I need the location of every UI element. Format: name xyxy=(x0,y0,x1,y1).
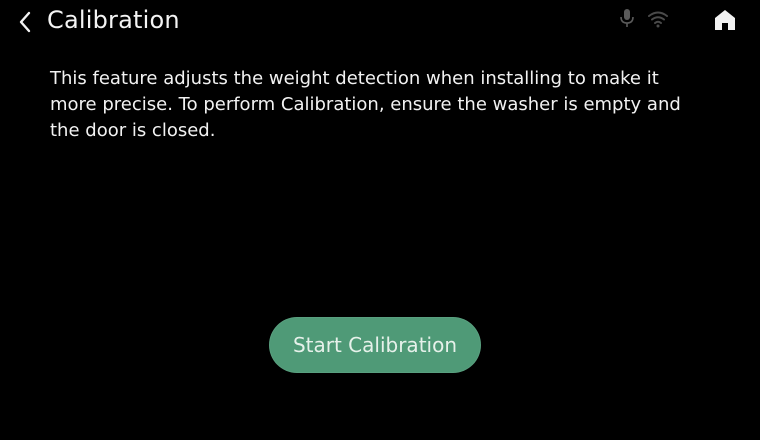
chevron-left-icon xyxy=(19,11,31,33)
back-button[interactable] xyxy=(12,6,42,36)
start-calibration-button[interactable]: Start Calibration xyxy=(269,317,481,373)
calibration-screen: Calibration This feature adjusts the wei… xyxy=(0,0,760,440)
wifi-icon xyxy=(648,11,668,28)
page-title: Calibration xyxy=(47,6,180,34)
header-bar: Calibration xyxy=(0,0,760,44)
description-text: This feature adjusts the weight detectio… xyxy=(50,68,681,141)
microphone-icon xyxy=(620,9,634,27)
home-icon xyxy=(715,10,735,30)
home-button[interactable] xyxy=(708,5,742,35)
start-calibration-label: Start Calibration xyxy=(292,333,458,357)
